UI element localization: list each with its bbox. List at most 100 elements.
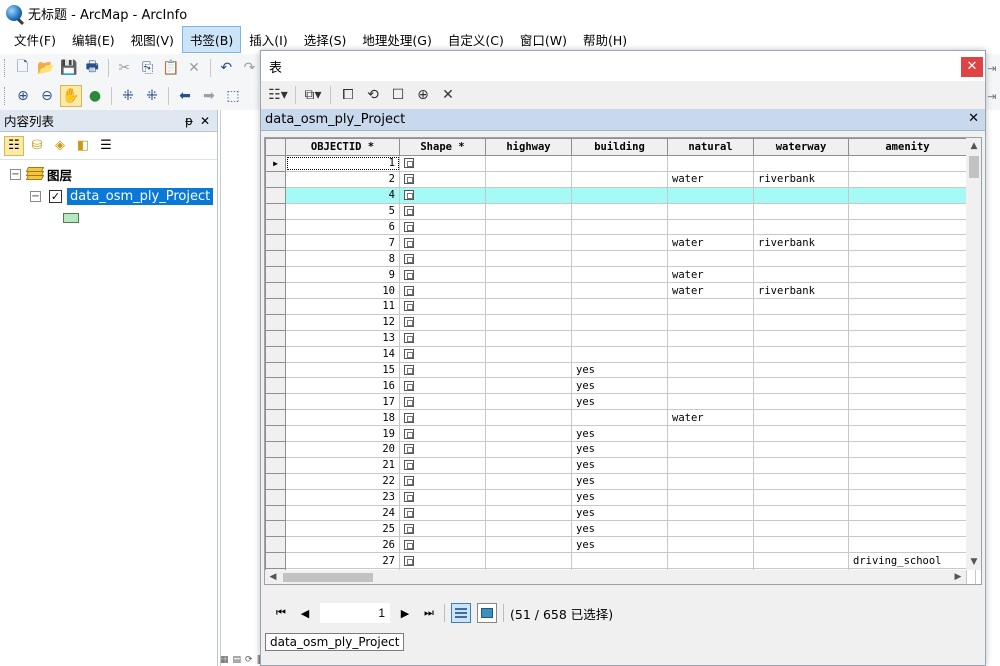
menu-item[interactable]: 编辑(E) <box>64 26 123 53</box>
highway-cell[interactable] <box>485 313 572 331</box>
amenity-cell[interactable] <box>848 377 967 395</box>
waterway-cell[interactable] <box>753 409 849 427</box>
toolbar-overflow-icon[interactable]: ⇥ <box>987 90 996 103</box>
clear-selection-icon[interactable]: ☐ <box>387 84 409 106</box>
layer-name-label[interactable]: data_osm_ply_Project <box>67 187 214 205</box>
amenity-cell[interactable] <box>848 298 967 315</box>
highway-cell[interactable] <box>485 329 572 347</box>
objectid-cell[interactable]: 16 <box>285 377 400 395</box>
natural-cell[interactable] <box>667 488 754 506</box>
building-cell[interactable]: yes <box>571 472 668 490</box>
waterway-cell[interactable] <box>753 536 849 554</box>
table-row[interactable]: 27 driving_school <box>265 552 976 570</box>
scroll-down-icon[interactable]: ▼ <box>966 554 981 570</box>
row-selector[interactable] <box>265 488 286 506</box>
building-cell[interactable]: yes <box>571 393 668 411</box>
table-row[interactable]: 23 yes <box>265 488 976 506</box>
table-row[interactable]: 19 yes <box>265 425 976 443</box>
row-selector[interactable] <box>265 170 286 188</box>
objectid-cell[interactable]: 7 <box>285 234 400 252</box>
natural-cell[interactable] <box>667 186 754 204</box>
select-features-icon[interactable]: ⬚ <box>222 85 244 107</box>
amenity-cell[interactable] <box>848 329 967 347</box>
row-selector[interactable] <box>265 393 286 411</box>
row-selector[interactable] <box>265 202 286 220</box>
row-selector[interactable] <box>265 313 286 331</box>
waterway-cell[interactable] <box>753 441 849 458</box>
shape-cell[interactable] <box>399 425 486 443</box>
objectid-cell[interactable]: 25 <box>285 520 400 538</box>
waterway-cell[interactable] <box>753 488 849 506</box>
waterway-cell[interactable] <box>753 552 849 570</box>
shape-cell[interactable] <box>399 250 486 268</box>
waterway-cell[interactable] <box>753 425 849 443</box>
table-row[interactable]: 22 yes <box>265 472 976 490</box>
toc-options-icon[interactable]: ☰ <box>96 136 116 156</box>
building-cell[interactable]: yes <box>571 504 668 522</box>
close-icon[interactable]: ✕ <box>961 57 983 77</box>
horizontal-scrollbar[interactable]: ◀ ▶ <box>265 570 966 584</box>
highway-cell[interactable] <box>485 520 572 538</box>
natural-cell[interactable] <box>667 298 754 315</box>
natural-cell[interactable] <box>667 202 754 220</box>
fixed-zoom-out-icon[interactable]: ⁜ <box>141 85 163 107</box>
objectid-cell[interactable]: 20 <box>285 441 400 458</box>
menu-item[interactable]: 插入(I) <box>241 26 295 53</box>
highway-cell[interactable] <box>485 472 572 490</box>
table-row[interactable]: 4 <box>265 186 976 204</box>
row-selector[interactable] <box>265 456 286 474</box>
delete-selected-icon[interactable]: ✕ <box>437 84 459 106</box>
natural-cell[interactable] <box>667 361 754 379</box>
amenity-cell[interactable] <box>848 218 967 236</box>
column-header[interactable]: natural <box>667 138 754 156</box>
highway-cell[interactable] <box>485 536 572 554</box>
close-icon[interactable]: ✕ <box>197 114 213 128</box>
table-row[interactable]: ▶ 1 <box>265 155 976 172</box>
natural-cell[interactable] <box>667 536 754 554</box>
table-row[interactable]: 2 water riverbank <box>265 170 976 188</box>
column-header[interactable]: amenity <box>848 138 967 156</box>
highway-cell[interactable] <box>485 170 572 188</box>
natural-cell[interactable] <box>667 520 754 538</box>
table-row[interactable]: 8 <box>265 250 976 268</box>
amenity-cell[interactable] <box>848 282 967 300</box>
shape-cell[interactable] <box>399 170 486 188</box>
row-selector[interactable] <box>265 218 286 236</box>
undo-icon[interactable]: ↶ <box>216 57 237 79</box>
objectid-cell[interactable]: 19 <box>285 425 400 443</box>
cut-icon[interactable]: ✂ <box>114 57 135 79</box>
amenity-cell[interactable] <box>848 456 967 474</box>
first-record-icon[interactable]: ⏮ <box>272 606 290 620</box>
menu-item[interactable]: 地理处理(G) <box>354 26 439 53</box>
natural-cell[interactable] <box>667 504 754 522</box>
building-cell[interactable]: yes <box>571 425 668 443</box>
amenity-cell[interactable] <box>848 520 967 538</box>
building-cell[interactable]: yes <box>571 456 668 474</box>
table-row[interactable]: 6 <box>265 218 976 236</box>
highway-cell[interactable] <box>485 234 572 252</box>
scroll-up-icon[interactable]: ▲ <box>966 138 981 154</box>
highway-cell[interactable] <box>485 425 572 443</box>
building-cell[interactable] <box>571 218 668 236</box>
highway-cell[interactable] <box>485 345 572 363</box>
objectid-cell[interactable]: 15 <box>285 361 400 379</box>
amenity-cell[interactable] <box>848 504 967 522</box>
objectid-cell[interactable]: 6 <box>285 218 400 236</box>
natural-cell[interactable] <box>667 329 754 347</box>
objectid-cell[interactable]: 22 <box>285 472 400 490</box>
current-record-input[interactable] <box>320 603 390 623</box>
table-row[interactable]: 5 <box>265 202 976 220</box>
waterway-cell[interactable] <box>753 377 849 395</box>
forward-arrow-icon[interactable]: ➡ <box>198 85 220 107</box>
save-icon[interactable]: 💾 <box>58 57 79 79</box>
column-header[interactable]: Shape * <box>399 138 486 156</box>
table-row[interactable]: 13 <box>265 329 976 347</box>
natural-cell[interactable] <box>667 377 754 395</box>
natural-cell[interactable] <box>667 456 754 474</box>
toolbar-grip[interactable] <box>4 59 7 77</box>
waterway-cell[interactable] <box>753 218 849 236</box>
list-by-visibility-icon[interactable]: ◈ <box>50 136 70 156</box>
highway-cell[interactable] <box>485 393 572 411</box>
show-selected-records-icon[interactable] <box>477 603 497 623</box>
objectid-cell[interactable]: 14 <box>285 345 400 363</box>
